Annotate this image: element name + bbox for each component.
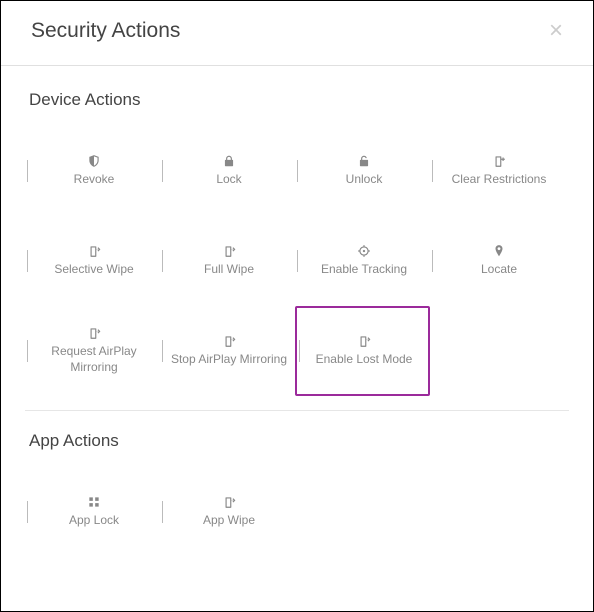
action-label: Full Wipe — [204, 262, 254, 278]
device-arrow-icon — [357, 334, 371, 348]
device-arrow-icon — [222, 244, 236, 258]
action-label: Clear Restrictions — [452, 172, 547, 188]
dialog-title: Security Actions — [31, 19, 180, 43]
request-airplay-mirroring-button[interactable]: Request AirPlay Mirroring — [25, 306, 160, 396]
separator — [27, 340, 28, 362]
close-icon: × — [549, 17, 563, 44]
app-actions-grid: App Lock App Wipe — [25, 467, 569, 557]
device-actions-title: Device Actions — [29, 90, 569, 110]
locate-button[interactable]: Locate — [430, 216, 565, 306]
app-lock-button[interactable]: App Lock — [25, 467, 160, 557]
dialog-header: Security Actions × — [1, 1, 593, 66]
action-label: Locate — [481, 262, 517, 278]
separator — [432, 160, 433, 182]
action-label: Enable Tracking — [321, 262, 407, 278]
device-arrow-icon — [87, 326, 101, 340]
close-button[interactable]: × — [549, 19, 563, 43]
action-label: Request AirPlay Mirroring — [34, 344, 154, 375]
device-arrow-icon — [87, 244, 101, 258]
separator — [297, 250, 298, 272]
stop-airplay-mirroring-button[interactable]: Stop AirPlay Mirroring — [160, 306, 295, 396]
app-wipe-button[interactable]: App Wipe — [160, 467, 295, 557]
app-actions-title: App Actions — [29, 431, 569, 451]
separator — [162, 250, 163, 272]
crosshair-icon — [357, 244, 371, 258]
selective-wipe-button[interactable]: Selective Wipe — [25, 216, 160, 306]
separator — [432, 250, 433, 272]
separator — [297, 160, 298, 182]
enable-lost-mode-button[interactable]: Enable Lost Mode — [295, 306, 430, 396]
action-label: Unlock — [346, 172, 383, 188]
separator — [162, 160, 163, 182]
action-label: App Lock — [69, 513, 119, 529]
lock-icon — [222, 154, 236, 168]
action-label: Revoke — [74, 172, 115, 188]
lock-button[interactable]: Lock — [160, 126, 295, 216]
shield-icon — [87, 154, 101, 168]
separator — [27, 160, 28, 182]
full-wipe-button[interactable]: Full Wipe — [160, 216, 295, 306]
separator — [299, 340, 300, 362]
separator — [162, 340, 163, 362]
separator — [27, 501, 28, 523]
device-actions-grid: Revoke Lock Unlock — [25, 126, 569, 396]
clear-restrictions-button[interactable]: Clear Restrictions — [430, 126, 565, 216]
action-label: Lock — [216, 172, 241, 188]
separator — [162, 501, 163, 523]
action-label: Enable Lost Mode — [316, 352, 413, 368]
enable-tracking-button[interactable]: Enable Tracking — [295, 216, 430, 306]
action-label: Stop AirPlay Mirroring — [171, 352, 287, 368]
action-label: Selective Wipe — [54, 262, 133, 278]
device-plus-icon — [492, 154, 506, 168]
device-arrow-icon — [222, 495, 236, 509]
apps-grid-icon — [87, 495, 101, 509]
revoke-button[interactable]: Revoke — [25, 126, 160, 216]
unlock-button[interactable]: Unlock — [295, 126, 430, 216]
separator — [27, 250, 28, 272]
app-actions-section: App Actions App Lock App Wipe — [25, 410, 569, 557]
device-arrow-icon — [222, 334, 236, 348]
location-pin-icon — [492, 244, 506, 258]
unlock-icon — [357, 154, 371, 168]
action-label: App Wipe — [203, 513, 255, 529]
device-actions-section: Device Actions Revoke Lock — [25, 90, 569, 396]
dialog-content: Device Actions Revoke Lock — [1, 66, 593, 577]
